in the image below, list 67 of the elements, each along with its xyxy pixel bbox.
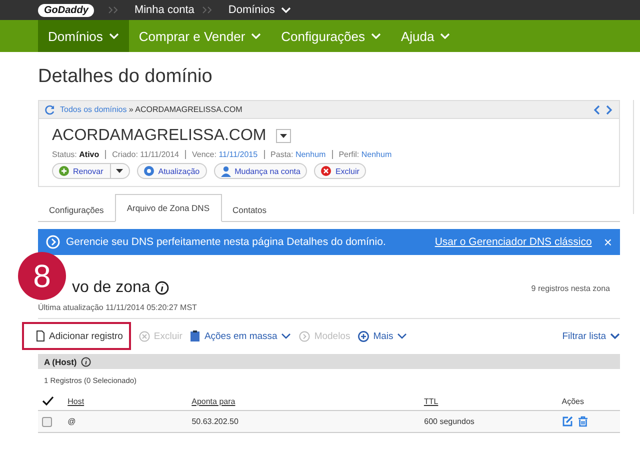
plus-circle-icon [358,330,370,342]
close-circle-icon [138,330,150,342]
section-title: vo de zona [72,279,150,297]
top-menu-item[interactable]: Minha conta [134,4,194,16]
edit-icon[interactable] [562,416,573,427]
meta-item: Status: Ativo [52,150,100,159]
last-updated: Última atualização 11/11/2014 05:20:27 MST [38,303,620,319]
action-button[interactable]: Excluir [314,163,366,179]
close-icon [321,166,332,176]
info-icon[interactable] [80,356,91,366]
meta-item: Perfil: Nenhum [332,150,392,159]
column-header: Ações [562,396,584,406]
column-header[interactable]: Host [68,396,192,406]
caret-icon [108,33,119,39]
next-icon[interactable] [605,104,613,114]
breadcrumb: Todos os domínios » ACORDAMAGRELISSA.COM [60,105,242,114]
plus-icon [59,166,69,176]
action-button[interactable]: Renovar [52,163,130,179]
filter-button[interactable]: Filtrar lista [562,330,620,342]
caret-icon [251,33,262,39]
document-icon [36,330,45,342]
info-icon[interactable] [155,281,170,295]
tab[interactable]: Contatos [222,199,278,221]
column-header[interactable]: TTL [424,396,562,406]
action-button[interactable]: Mudança na conta [214,163,308,179]
caret-icon [370,33,381,39]
record-count: 9 registros nesta zona [531,284,610,292]
table-cell-text: @ [68,417,77,426]
checkbox[interactable] [42,416,52,426]
chevron-icon [108,6,120,14]
chevron-icon [202,6,214,14]
group-title: A (Host) [44,356,77,366]
top-menu-item[interactable]: Domínios [228,4,275,16]
toolbar-button[interactable]: Adicionar registro [36,330,123,342]
domain-name: ACORDAMAGRELISSA.COM [52,127,266,145]
previous-icon[interactable] [593,104,601,114]
page-title: Detalhes do domínio [38,66,214,88]
checkmark-icon[interactable] [42,396,54,406]
dropdown-button[interactable] [276,129,292,143]
tab[interactable]: Configurações [38,199,115,221]
toolbar-button[interactable]: Mais [358,330,408,342]
meta-item: Criado: 11/11/2014 [105,150,179,159]
trash-icon[interactable] [578,416,588,427]
tab[interactable]: Arquivo de Zona DNS [114,194,222,222]
refresh-icon[interactable] [45,104,55,114]
chevron-circle-icon [46,235,60,249]
meta-item: Pasta: Nenhum [264,150,326,159]
caret-icon [440,33,450,39]
caret-icon [280,7,291,13]
close-button[interactable]: × [604,234,612,250]
chevron-circle-icon [299,330,310,342]
table-cell-text: 600 segundos [424,417,476,426]
meta-item: Vence: 11/11/2015 [185,150,258,159]
logo[interactable]: GoDaddy [38,4,94,16]
banner-link[interactable]: Usar o Gerenciador DNS clássico [434,236,592,248]
caret-icon [610,333,620,339]
banner-text: Gerencie seu DNS perfeitamente nesta página Detalhes do domínio. [66,236,386,248]
action-button[interactable]: Atualização [137,163,207,179]
caret-icon [280,134,288,138]
toolbar-button[interactable]: Ações em massa [190,330,292,342]
person-icon [220,166,231,176]
step-badge: 8 [18,252,66,300]
breadcrumb-link[interactable]: Todos os domínios [60,105,127,114]
column-header[interactable]: Aponta para [192,396,424,406]
nav-menu-item[interactable]: Domínios [38,20,129,52]
table-cell-text: 50.63.202.50 [192,417,240,426]
clipboard-icon [190,330,200,342]
